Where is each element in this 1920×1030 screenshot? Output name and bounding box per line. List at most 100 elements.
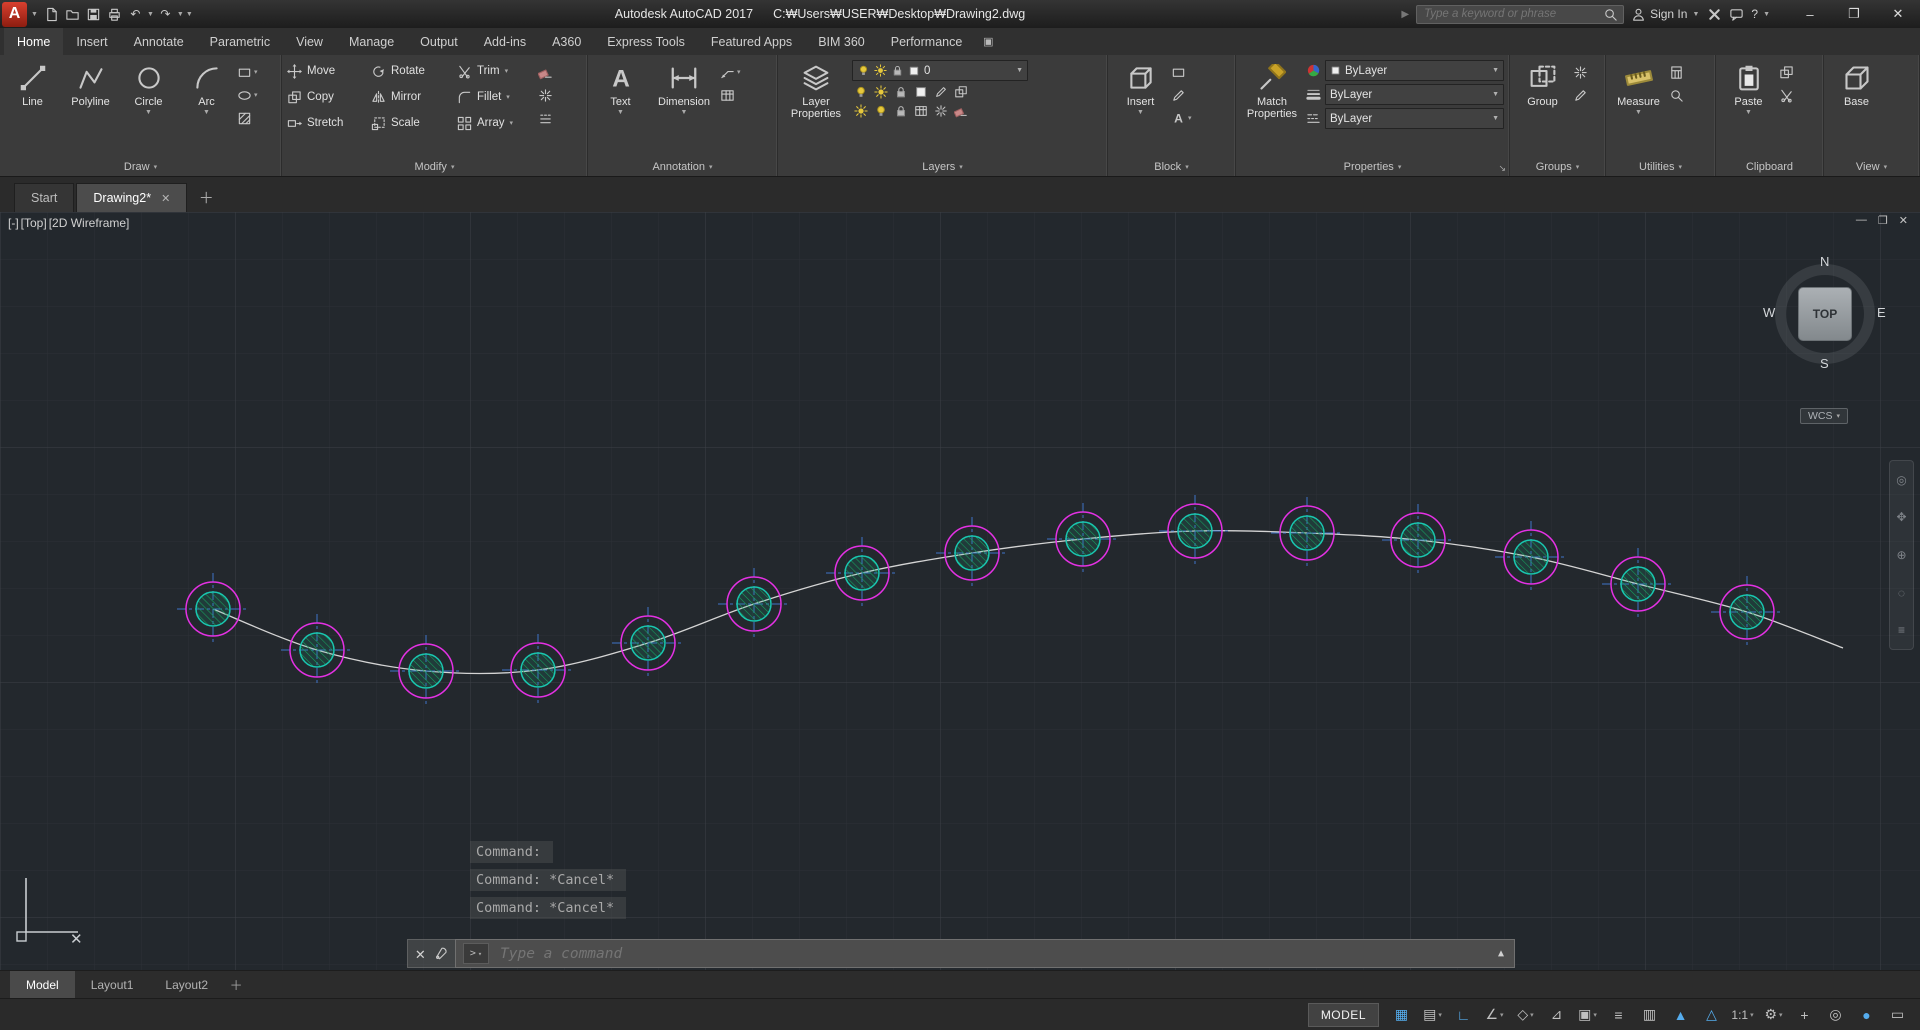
- sign-in-dropdown-icon[interactable]: ▼: [1692, 11, 1699, 18]
- orbit-icon[interactable]: ◌: [1898, 586, 1905, 600]
- annotation-autoscale-button[interactable]: △: [1697, 1003, 1726, 1027]
- isolate-objects-button[interactable]: ◎: [1821, 1003, 1850, 1027]
- scale-button[interactable]: Scale: [371, 116, 457, 131]
- layers-panel-title[interactable]: Layers ▾: [778, 158, 1107, 176]
- ellipse-button[interactable]: ▾: [237, 85, 258, 105]
- new-layout-button[interactable]: ＋: [224, 971, 248, 998]
- hatched-circle[interactable]: [520, 652, 556, 688]
- file-tab-start[interactable]: Start: [14, 183, 75, 212]
- hatched-circle[interactable]: [1400, 522, 1436, 558]
- navigation-bar[interactable]: ◎ ✥ ⊕ ◌ ≡: [1889, 460, 1914, 650]
- layer-delete-tool-icon[interactable]: [954, 104, 968, 118]
- hatched-circle[interactable]: [1513, 539, 1549, 575]
- ribbon-tab-bim-360[interactable]: BIM 360: [805, 28, 878, 55]
- ribbon-tab-express-tools[interactable]: Express Tools: [594, 28, 698, 55]
- app-menu-caret-icon[interactable]: ▼: [31, 11, 38, 18]
- wcs-dropdown-icon[interactable]: ▾: [1837, 412, 1841, 420]
- ribbon-tab-manage[interactable]: Manage: [336, 28, 407, 55]
- utilities-panel-title[interactable]: Utilities ▾: [1606, 158, 1715, 176]
- new-drawing-tab-button[interactable]: ＋: [193, 184, 219, 210]
- dimension-dropdown-icon[interactable]: ▼: [681, 109, 688, 116]
- hatched-circle[interactable]: [630, 625, 666, 661]
- ribbon-tab-annotate[interactable]: Annotate: [121, 28, 197, 55]
- line-button[interactable]: Line: [5, 58, 60, 158]
- array-button[interactable]: Array ▾: [457, 116, 535, 131]
- view-panel-title[interactable]: View ▾: [1824, 158, 1919, 176]
- view-control[interactable]: [Top]: [21, 216, 47, 230]
- viewport-minimize-icon[interactable]: —: [1856, 214, 1867, 227]
- viewport-close-icon[interactable]: ✕: [1899, 214, 1908, 227]
- text-button[interactable]: A Text ▼: [593, 58, 648, 158]
- hatched-circle[interactable]: [736, 586, 772, 622]
- ortho-mode-button[interactable]: ∟: [1449, 1003, 1478, 1027]
- layer-copy-tool-icon[interactable]: [954, 85, 968, 99]
- layout-tab-layout2[interactable]: Layout2: [149, 971, 224, 998]
- command-options-icon[interactable]: > ▾: [463, 943, 489, 964]
- color-select[interactable]: ByLayer ▼: [1325, 60, 1504, 81]
- linetype-select[interactable]: ByLayer ▼: [1325, 108, 1504, 129]
- hatched-circle[interactable]: [299, 632, 335, 668]
- properties-launcher-icon[interactable]: ↘: [1498, 163, 1506, 174]
- autocad-logo[interactable]: A: [2, 1, 27, 27]
- ribbon-tab-insert[interactable]: Insert: [63, 28, 120, 55]
- draw-panel-title[interactable]: Draw ▾: [0, 158, 281, 176]
- layout-tab-layout1[interactable]: Layout1: [75, 971, 150, 998]
- help-dropdown-icon[interactable]: ▼: [1763, 11, 1770, 18]
- hatched-circle[interactable]: [1177, 513, 1213, 549]
- ribbon-tab-view[interactable]: View: [283, 28, 336, 55]
- viewcube-top-face[interactable]: TOP: [1798, 287, 1852, 341]
- open-file-button[interactable]: [62, 2, 83, 26]
- hatched-circle[interactable]: [1289, 515, 1325, 551]
- search-collapse-icon[interactable]: ▶: [1401, 9, 1409, 20]
- hatched-circle[interactable]: [1729, 594, 1765, 630]
- command-close-icon[interactable]: ✕: [415, 944, 425, 963]
- viewport-menu-control[interactable]: [-]: [8, 216, 19, 230]
- base-view-button[interactable]: Base: [1829, 58, 1884, 158]
- layer-select[interactable]: 0 ▼: [852, 60, 1028, 81]
- move-button[interactable]: Move: [287, 63, 371, 79]
- layer-off-tool-icon[interactable]: [854, 85, 868, 99]
- polar-tracking-button[interactable]: ∠ ▾: [1480, 1003, 1509, 1027]
- text-dropdown-icon[interactable]: ▼: [617, 109, 624, 116]
- rotate-button[interactable]: Rotate: [371, 64, 457, 79]
- copy-clip-button[interactable]: [1779, 62, 1794, 82]
- polyline-button[interactable]: Polyline: [63, 58, 118, 158]
- help-button[interactable]: ? ▼: [1751, 7, 1771, 21]
- showmotion-icon[interactable]: ≡: [1898, 623, 1905, 637]
- hatched-circle[interactable]: [1065, 521, 1101, 557]
- ribbon-tab-output[interactable]: Output: [407, 28, 471, 55]
- search-icon[interactable]: [1603, 7, 1618, 22]
- wcs-selector[interactable]: WCS ▾: [1800, 408, 1849, 424]
- redo-dropdown-icon[interactable]: ▼: [177, 11, 184, 18]
- hatch-button[interactable]: [237, 108, 258, 128]
- hatched-circle[interactable]: [844, 555, 880, 591]
- hatched-circle[interactable]: [954, 535, 990, 571]
- stretch-button[interactable]: Stretch: [287, 116, 371, 131]
- object-color-icon[interactable]: [1306, 63, 1321, 78]
- compass-east[interactable]: E: [1877, 305, 1886, 320]
- annotation-panel-title[interactable]: Annotation ▾: [588, 158, 777, 176]
- measure-button[interactable]: Measure ▼: [1611, 58, 1666, 158]
- command-customize-icon[interactable]: [433, 946, 448, 961]
- plot-button[interactable]: [104, 2, 125, 26]
- command-expand-icon[interactable]: ▲: [1498, 948, 1507, 959]
- drawing-area[interactable]: [-] [Top] [2D Wireframe] — ❐ ✕ N S W E T…: [0, 212, 1920, 970]
- group-edit-button[interactable]: [1573, 85, 1588, 105]
- visual-style-control[interactable]: [2D Wireframe]: [49, 216, 130, 230]
- redo-button[interactable]: ↷: [155, 2, 176, 26]
- arc-dropdown-icon[interactable]: ▼: [203, 109, 210, 116]
- ribbon-tab-a360[interactable]: A360: [539, 28, 594, 55]
- define-attributes-button[interactable]: A ▾: [1171, 108, 1191, 128]
- close-tab-icon[interactable]: ✕: [161, 192, 170, 205]
- ribbon-tab-home[interactable]: Home: [4, 28, 64, 55]
- offset-button[interactable]: [538, 108, 553, 128]
- layer-unisolate-tool-icon[interactable]: [874, 104, 888, 118]
- object-snap-tracking-button[interactable]: ⊿: [1542, 1003, 1571, 1027]
- explode-button[interactable]: [538, 85, 553, 105]
- annotation-visibility-button[interactable]: ▲: [1666, 1003, 1695, 1027]
- ribbon-tab-performance[interactable]: Performance: [878, 28, 976, 55]
- undo-button[interactable]: ↶: [125, 2, 146, 26]
- zoom-icon[interactable]: ⊕: [1896, 548, 1906, 562]
- command-input[interactable]: [498, 944, 1489, 963]
- layer-match-tool-icon[interactable]: [914, 85, 928, 99]
